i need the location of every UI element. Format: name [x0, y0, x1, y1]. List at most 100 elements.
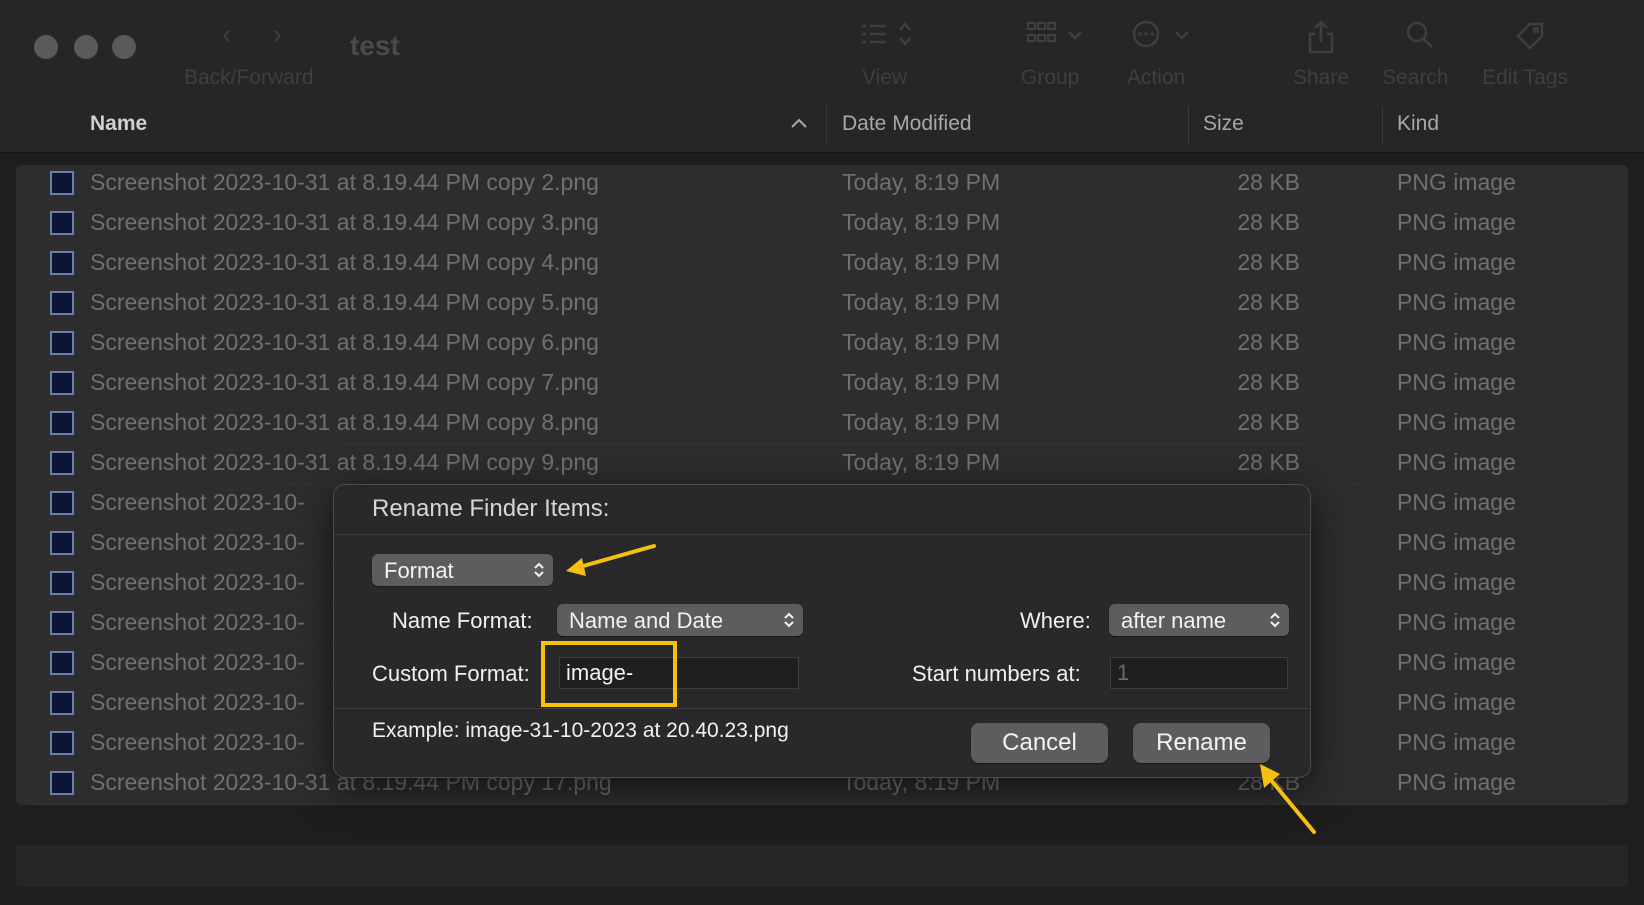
dialog-title: Rename Finder Items: — [372, 495, 610, 522]
share-icon[interactable] — [1306, 20, 1336, 54]
file-kind: PNG image — [1397, 529, 1516, 555]
view-label: View — [862, 66, 908, 89]
png-file-icon — [50, 491, 74, 515]
status-bar — [16, 845, 1628, 887]
file-name: Screenshot 2023-10-31 at 8.19.44 PM copy… — [90, 369, 599, 395]
name-format-popup[interactable]: Name and Date — [557, 604, 803, 636]
popup-arrows-icon — [1270, 612, 1280, 628]
png-file-icon — [50, 171, 74, 195]
group-label: Group — [1021, 66, 1080, 89]
file-date: Today, 8:19 PM — [842, 449, 1001, 475]
share-label: Share — [1293, 66, 1350, 89]
file-name: Screenshot 2023-10- — [90, 529, 305, 555]
edit-tags-label: Edit Tags — [1482, 66, 1568, 89]
file-size: 28 KB — [1237, 249, 1300, 275]
file-name: Screenshot 2023-10- — [90, 689, 305, 715]
column-name[interactable]: Name — [90, 112, 147, 136]
action-ellipsis-icon[interactable] — [1132, 20, 1196, 50]
popup-arrows-icon — [784, 612, 794, 628]
file-name: Screenshot 2023-10-31 at 8.19.44 PM copy… — [90, 409, 599, 435]
back-icon[interactable]: ‹ — [222, 18, 232, 52]
png-file-icon — [50, 451, 74, 475]
start-numbers-label: Start numbers at: — [912, 661, 1081, 686]
file-row[interactable]: Screenshot 2023-10-31 at 8.19.44 PM copy… — [16, 405, 1628, 445]
file-name: Screenshot 2023-10- — [90, 489, 305, 515]
file-size: 28 KB — [1237, 409, 1300, 435]
name-format-label: Name Format: — [392, 608, 533, 633]
sort-ascending-icon — [791, 118, 807, 128]
mode-popup-value: Format — [384, 558, 454, 583]
rename-dialog: Rename Finder Items: Format Name Format:… — [333, 484, 1311, 778]
png-file-icon — [50, 611, 74, 635]
file-name: Screenshot 2023-10- — [90, 649, 305, 675]
file-row[interactable]: Screenshot 2023-10-31 at 8.19.44 PM copy… — [16, 445, 1628, 485]
file-row[interactable]: Screenshot 2023-10-31 at 8.19.44 PM copy… — [16, 205, 1628, 245]
file-kind: PNG image — [1397, 609, 1516, 635]
file-date: Today, 8:19 PM — [842, 329, 1001, 355]
file-kind: PNG image — [1397, 249, 1516, 275]
file-name: Screenshot 2023-10-31 at 8.19.44 PM copy… — [90, 329, 599, 355]
file-name: Screenshot 2023-10-31 at 8.19.44 PM copy… — [90, 289, 599, 315]
group-icon[interactable] — [1025, 20, 1089, 48]
file-row[interactable]: Screenshot 2023-10-31 at 8.19.44 PM copy… — [16, 245, 1628, 285]
cancel-button[interactable]: Cancel — [971, 723, 1108, 763]
back-forward-label: Back/Forward — [184, 66, 314, 89]
file-name: Screenshot 2023-10-31 at 8.19.44 PM copy… — [90, 449, 599, 475]
finder-toolbar: ‹ › Back/Forward test View Group Action — [0, 0, 1644, 101]
file-row[interactable]: Screenshot 2023-10-31 at 8.19.44 PM copy… — [16, 285, 1628, 325]
search-icon[interactable] — [1405, 20, 1435, 50]
where-value: after name — [1121, 608, 1227, 633]
popup-arrows-icon — [534, 562, 544, 578]
mode-popup[interactable]: Format — [372, 554, 553, 586]
rename-button[interactable]: Rename — [1133, 723, 1270, 763]
start-numbers-value: 1 — [1117, 660, 1130, 685]
column-divider[interactable] — [1382, 106, 1383, 144]
file-size: 28 KB — [1237, 329, 1300, 355]
png-file-icon — [50, 651, 74, 675]
file-kind: PNG image — [1397, 649, 1516, 675]
png-file-icon — [50, 371, 74, 395]
file-date: Today, 8:19 PM — [842, 209, 1001, 235]
file-kind: PNG image — [1397, 449, 1516, 475]
file-row[interactable]: Screenshot 2023-10-31 at 8.19.44 PM copy… — [16, 165, 1628, 205]
png-file-icon — [50, 731, 74, 755]
example-text: Example: image-31-10-2023 at 20.40.23.pn… — [372, 719, 789, 742]
file-date: Today, 8:19 PM — [842, 409, 1001, 435]
view-list-icon[interactable] — [858, 20, 916, 48]
file-name: Screenshot 2023-10-31 at 8.19.44 PM copy… — [90, 169, 599, 195]
png-file-icon — [50, 691, 74, 715]
minimize-window-button[interactable] — [74, 35, 98, 59]
column-date-modified[interactable]: Date Modified — [842, 112, 972, 136]
column-divider[interactable] — [826, 106, 827, 144]
file-row[interactable]: Screenshot 2023-10-31 at 8.19.44 PM copy… — [16, 325, 1628, 365]
file-size: 28 KB — [1237, 289, 1300, 315]
window-title: test — [350, 30, 400, 61]
row-divider — [34, 804, 1610, 805]
divider — [334, 708, 1310, 709]
forward-icon[interactable]: › — [272, 18, 282, 52]
zoom-window-button[interactable] — [112, 35, 136, 59]
column-kind[interactable]: Kind — [1397, 112, 1439, 136]
custom-format-label: Custom Format: — [372, 661, 530, 686]
file-row[interactable]: Screenshot 2023-10-31 at 8.19.44 PM copy… — [16, 365, 1628, 405]
column-divider[interactable] — [1188, 106, 1189, 144]
png-file-icon — [50, 531, 74, 555]
file-size: 28 KB — [1237, 369, 1300, 395]
file-name: Screenshot 2023-10- — [90, 569, 305, 595]
column-size[interactable]: Size — [1203, 112, 1244, 136]
file-kind: PNG image — [1397, 329, 1516, 355]
close-window-button[interactable] — [34, 35, 58, 59]
file-name: Screenshot 2023-10-31 at 8.19.44 PM copy… — [90, 209, 599, 235]
divider — [334, 534, 1310, 535]
png-file-icon — [50, 411, 74, 435]
file-size: 28 KB — [1237, 169, 1300, 195]
png-file-icon — [50, 251, 74, 275]
file-date: Today, 8:19 PM — [842, 169, 1001, 195]
file-kind: PNG image — [1397, 169, 1516, 195]
start-numbers-field[interactable]: 1 — [1110, 657, 1288, 689]
where-popup[interactable]: after name — [1109, 604, 1289, 636]
file-size: 28 KB — [1237, 449, 1300, 475]
highlight-box — [541, 641, 677, 707]
tag-icon[interactable] — [1514, 20, 1546, 52]
name-format-value: Name and Date — [569, 608, 724, 633]
